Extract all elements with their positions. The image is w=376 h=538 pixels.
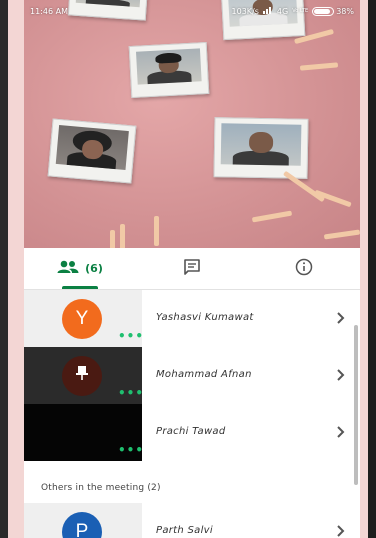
photo-right [213,117,309,179]
people-count: (6) [85,262,103,275]
video-feed[interactable]: 11:46 AM 103K/s 4G Vo LTE 38% [24,0,360,248]
participant-tile: ••• [24,347,144,404]
chevron-right-icon[interactable] [336,424,346,443]
participant-tile: P [24,503,142,538]
pin-icon [75,365,89,387]
list-item[interactable]: ••• Mohammad Afnan [24,347,360,404]
panel-tabs: (6) [24,248,360,290]
participant-tile: Y ••• [24,290,144,347]
signal-icon [262,6,273,16]
participant-name: Parth Salvi [156,525,213,536]
list-item[interactable]: Y ••• Yashasvi Kumawat [24,290,360,347]
left-edge [0,0,8,538]
right-edge [368,0,376,538]
more-dots-icon[interactable]: ••• [118,330,144,342]
tab-people[interactable]: (6) [24,248,136,289]
more-dots-icon[interactable]: ••• [118,387,144,399]
participant-name: Mohammad Afnan [156,369,252,380]
avatar: Y [62,299,102,339]
battery-icon: 38% [312,6,354,16]
status-volte: Vo LTE [292,8,309,14]
meet-screen: 11:46 AM 103K/s 4G Vo LTE 38% (6) Y ••• … [24,0,360,538]
avatar [62,356,102,396]
people-icon [57,259,79,278]
list-item[interactable]: P Parth Salvi [24,503,360,538]
tab-info[interactable] [248,248,360,289]
photo-left [47,118,137,184]
participant-list[interactable]: Y ••• Yashasvi Kumawat ••• Mohammad Afna… [24,290,360,538]
more-dots-icon[interactable]: ••• [118,444,144,456]
chevron-right-icon[interactable] [336,310,346,329]
participant-name: Yashasvi Kumawat [156,312,254,323]
participant-tile: ••• [24,404,144,461]
battery-level: 38% [336,6,354,16]
participant-name: Prachi Tawad [156,426,226,437]
chat-icon [183,258,201,280]
status-time: 11:46 AM [30,6,68,16]
status-bar: 11:46 AM 103K/s 4G Vo LTE 38% [24,0,360,22]
status-network: 4G [276,6,289,16]
section-header: Others in the meeting (2) [41,483,161,493]
chevron-right-icon[interactable] [336,367,346,386]
tab-chat[interactable] [136,248,248,289]
info-icon [295,258,313,280]
scrollbar[interactable] [354,325,358,485]
chevron-right-icon[interactable] [336,523,346,538]
photo-center [128,41,210,99]
avatar: P [62,512,102,538]
list-item[interactable]: ••• Prachi Tawad [24,404,360,461]
status-speed: 103K/s [231,6,259,16]
